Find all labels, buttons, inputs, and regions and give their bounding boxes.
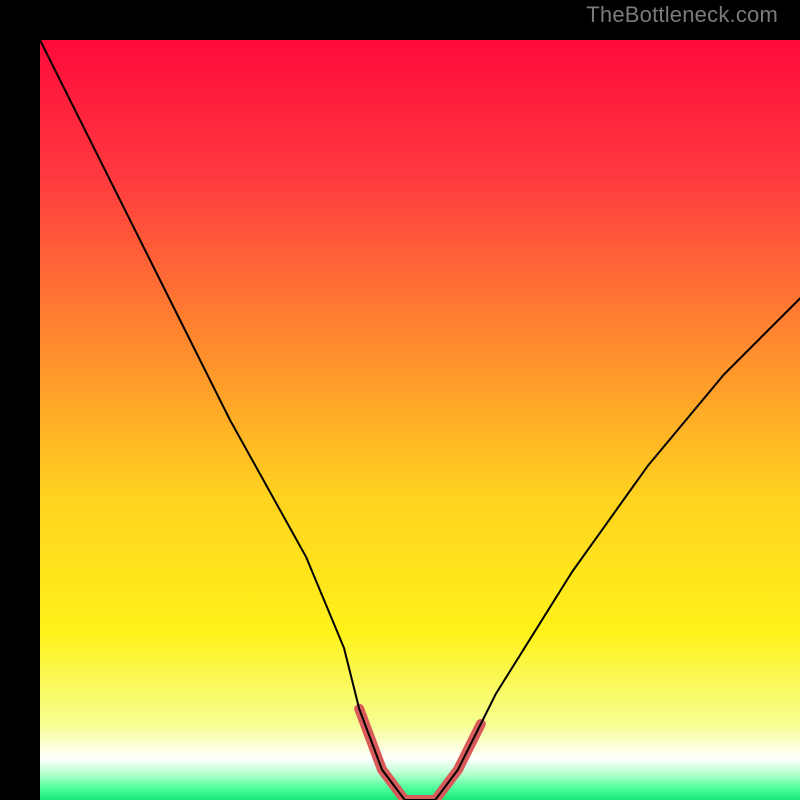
chart-frame [0, 0, 800, 800]
chart-svg [40, 40, 800, 800]
chart-plot [40, 40, 800, 800]
credit-label: TheBottleneck.com [586, 2, 778, 28]
